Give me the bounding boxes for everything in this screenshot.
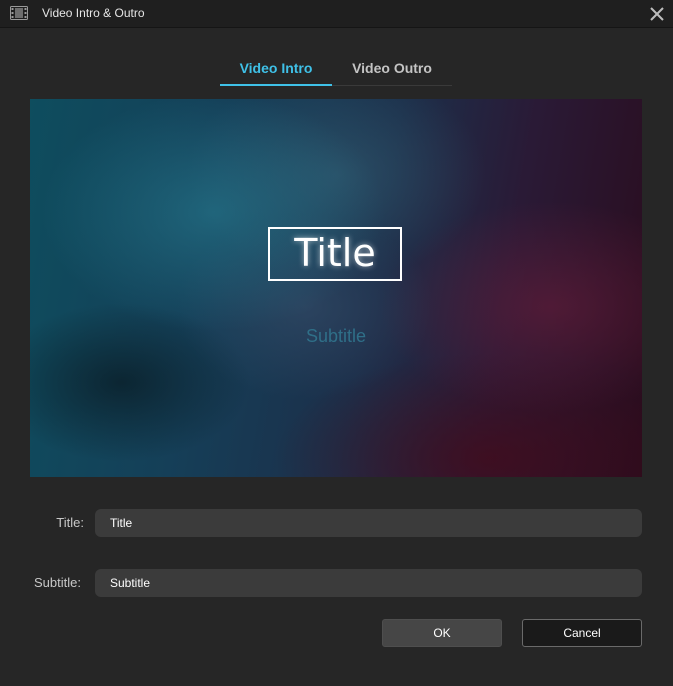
preview-title: Title xyxy=(268,227,402,281)
tab-video-outro[interactable]: Video Outro xyxy=(332,56,452,85)
video-preview: Title Subtitle xyxy=(30,99,642,477)
title-input[interactable] xyxy=(95,509,642,537)
film-strip-icon xyxy=(10,6,28,20)
title-bar: Video Intro & Outro xyxy=(0,0,673,28)
preview-subtitle: Subtitle xyxy=(305,326,367,346)
subtitle-label: Subtitle: xyxy=(34,575,81,590)
tab-bar: Video Intro Video Outro xyxy=(220,56,452,86)
cancel-button[interactable]: Cancel xyxy=(522,619,642,647)
window-title: Video Intro & Outro xyxy=(42,6,145,20)
title-label: Title: xyxy=(56,515,84,530)
video-intro-outro-dialog: Video Intro & Outro Video Intro Video Ou… xyxy=(0,0,673,686)
tab-video-intro[interactable]: Video Intro xyxy=(220,56,332,86)
subtitle-input[interactable] xyxy=(95,569,642,597)
ok-button[interactable]: OK xyxy=(382,619,502,647)
close-icon[interactable] xyxy=(647,4,667,24)
